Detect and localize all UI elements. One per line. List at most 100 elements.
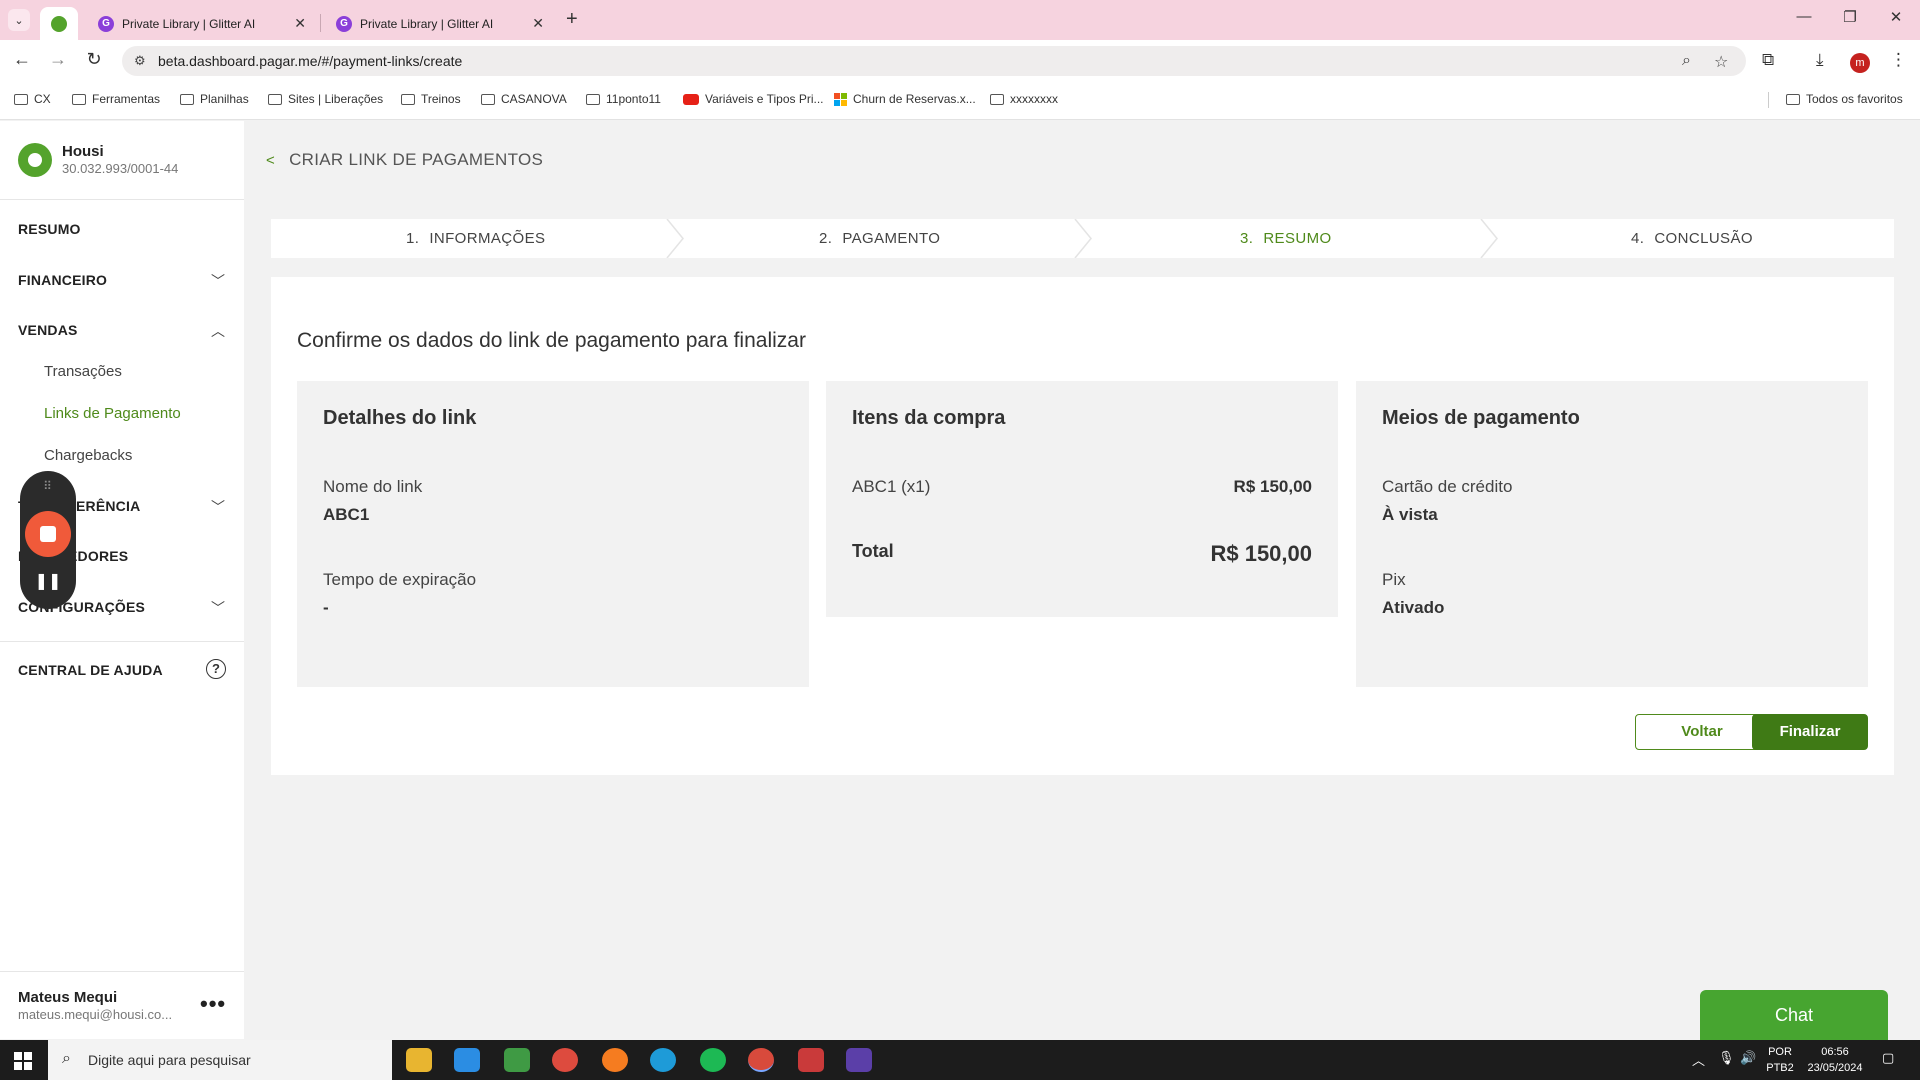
summary-heading: Confirme os dados do link de pagamento p…: [297, 329, 806, 352]
drag-handle-icon[interactable]: ⠿: [20, 479, 76, 493]
search-placeholder: Digite aqui para pesquisar: [88, 1052, 251, 1068]
url-field[interactable]: ⚙ beta.dashboard.pagar.me/#/payment-link…: [122, 46, 1746, 76]
zoom-icon[interactable]: ⌕: [1682, 52, 1691, 70]
firefox-icon[interactable]: [602, 1048, 628, 1072]
node-icon[interactable]: [504, 1048, 530, 1072]
chrome-icon[interactable]: [552, 1048, 578, 1072]
user-email: mateus.mequi@housi.co...: [18, 1007, 173, 1022]
volume-icon[interactable]: 🔊: [1740, 1050, 1756, 1066]
bookmark-item[interactable]: Treinos: [401, 92, 461, 106]
browser-tab-bar: ⌄ G Private Library | Glitter AI ✕ G Pri…: [0, 0, 1920, 40]
item-label: ABC1 (x1): [852, 477, 931, 496]
game-app-icon[interactable]: [798, 1048, 824, 1072]
chevron-down-icon[interactable]: ﹀: [210, 598, 226, 618]
edge-icon[interactable]: [650, 1048, 676, 1072]
profile-avatar[interactable]: m: [1850, 53, 1870, 73]
step-informacoes: 1. INFORMAÇÕES: [406, 219, 545, 258]
bookmark-item[interactable]: CX: [14, 92, 51, 106]
language-indicator[interactable]: POR: [1762, 1046, 1798, 1058]
browser-menu-icon[interactable]: ⋮: [1890, 50, 1907, 70]
chevron-up-icon[interactable]: ︿: [210, 321, 226, 341]
step-number: 2.: [819, 230, 833, 247]
tab-search-icon[interactable]: ⌄: [8, 9, 30, 31]
back-button[interactable]: Voltar: [1635, 714, 1769, 750]
close-tab-icon[interactable]: ✕: [294, 15, 306, 32]
minimize-icon[interactable]: —: [1782, 8, 1826, 25]
search-icon: ⌕: [62, 1050, 71, 1067]
microsoft-icon: [834, 92, 847, 106]
step-label: CONCLUSÃO: [1654, 230, 1753, 247]
sidebar-item-financeiro[interactable]: FINANCEIRO: [18, 272, 107, 288]
chevron-down-icon[interactable]: ﹀: [210, 497, 226, 517]
site-settings-icon[interactable]: ⚙: [134, 53, 146, 69]
clock-time[interactable]: 06:56: [1800, 1046, 1870, 1058]
folder-icon: [268, 93, 282, 105]
link-name-label: Nome do link: [323, 477, 423, 496]
help-icon[interactable]: ?: [206, 659, 226, 679]
bookmark-item[interactable]: Variáveis e Tipos Pri...: [683, 92, 824, 106]
housi-logo-icon: [18, 143, 52, 177]
chat-button[interactable]: Chat: [1700, 990, 1888, 1040]
step-label: RESUMO: [1263, 230, 1332, 247]
bookmark-item[interactable]: CASANOVA: [481, 92, 567, 106]
spotify-icon[interactable]: [700, 1048, 726, 1072]
bookmark-label: CASANOVA: [501, 92, 567, 106]
glitter-app-icon[interactable]: [846, 1048, 872, 1072]
close-window-icon[interactable]: ✕: [1874, 8, 1918, 26]
windows-start-icon[interactable]: [14, 1052, 32, 1070]
keyboard-layout[interactable]: PTB2: [1762, 1062, 1798, 1074]
clock-date[interactable]: 23/05/2024: [1800, 1062, 1870, 1074]
restore-icon[interactable]: ❐: [1828, 8, 1872, 26]
total-label: Total: [852, 541, 894, 561]
back-link[interactable]: < CRIAR LINK DE PAGAMENTOS: [266, 150, 543, 170]
extensions-icon[interactable]: ⧉: [1762, 50, 1774, 70]
browser-tab-1[interactable]: G Private Library | Glitter AI ✕: [84, 7, 316, 40]
browser-tab-2[interactable]: G Private Library | Glitter AI ✕: [322, 7, 554, 40]
company-name: Housi: [62, 143, 104, 160]
close-tab-icon[interactable]: ✕: [532, 15, 544, 32]
notifications-icon[interactable]: ▢: [1882, 1050, 1894, 1066]
all-bookmarks[interactable]: Todos os favoritos: [1786, 92, 1903, 106]
taskbar-search[interactable]: ⌕ Digite aqui para pesquisar: [48, 1040, 392, 1080]
folder-icon: [72, 93, 86, 105]
pinned-tab[interactable]: [40, 7, 78, 40]
chevron-down-icon[interactable]: ﹀: [210, 271, 226, 291]
bookmark-star-icon[interactable]: ☆: [1714, 52, 1728, 72]
microphone-icon[interactable]: 🎙: [1718, 1050, 1735, 1066]
bookmark-item[interactable]: Planilhas: [180, 92, 249, 106]
sidebar-subitem-links-de-pagamento[interactable]: Links de Pagamento: [44, 405, 181, 422]
screen-recorder-widget: ⠿ ❚❚: [20, 471, 76, 609]
finish-button[interactable]: Finalizar: [1752, 714, 1868, 750]
bookmark-item[interactable]: xxxxxxxx: [990, 92, 1058, 106]
bookmark-item[interactable]: Sites | Liberações: [268, 92, 383, 106]
vscode-icon[interactable]: [454, 1048, 480, 1072]
sidebar-subitem-chargebacks[interactable]: Chargebacks: [44, 447, 132, 464]
new-tab-icon[interactable]: +: [566, 8, 578, 31]
chrome-profile-icon[interactable]: [748, 1048, 774, 1072]
bookmark-item[interactable]: Ferramentas: [72, 92, 160, 106]
payment-methods-panel: Meios de pagamento Cartão de crédito À v…: [1356, 381, 1868, 687]
back-arrow-icon[interactable]: ←: [10, 49, 34, 70]
tab-title: Private Library | Glitter AI: [360, 16, 494, 31]
sidebar-item-resumo[interactable]: RESUMO: [18, 221, 81, 237]
bookmark-item[interactable]: Churn de Reservas.x...: [834, 92, 976, 106]
step-number: 3.: [1240, 230, 1254, 247]
show-hidden-icons-icon[interactable]: ︿: [1692, 1050, 1705, 1069]
reload-icon[interactable]: ↻: [82, 49, 106, 70]
folder-icon: [401, 93, 415, 105]
credit-card-label: Cartão de crédito: [1382, 477, 1513, 496]
sidebar-subitem-transacoes[interactable]: Transações: [44, 363, 122, 380]
sidebar-item-vendas[interactable]: VENDAS: [18, 322, 78, 338]
sidebar-item-central-de-ajuda[interactable]: CENTRAL DE AJUDA: [18, 662, 163, 678]
credit-card-value: À vista: [1382, 505, 1438, 524]
file-explorer-icon[interactable]: [406, 1048, 432, 1072]
download-icon[interactable]: ⤓: [1816, 50, 1824, 70]
glitter-favicon-icon: G: [98, 15, 114, 32]
forward-arrow-icon[interactable]: →: [46, 49, 70, 70]
divider: [0, 971, 244, 972]
bookmark-item[interactable]: 11ponto11: [586, 92, 661, 106]
more-options-icon[interactable]: •••: [200, 991, 226, 1017]
pause-recording-button[interactable]: ❚❚: [20, 571, 76, 591]
expiration-label: Tempo de expiração: [323, 570, 477, 589]
stop-recording-button[interactable]: [25, 511, 71, 557]
